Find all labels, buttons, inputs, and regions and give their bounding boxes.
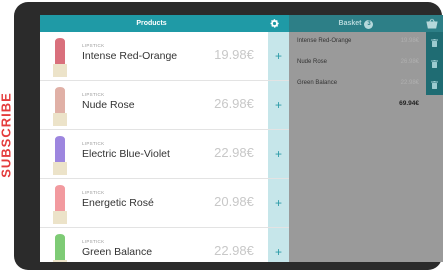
product-price: 22.98€ (214, 145, 254, 160)
products-panel: Products LIPSTICK Intense Red-Orange 19.… (40, 15, 289, 262)
lipstick-icon (53, 185, 67, 224)
basket-item: Green Balance 22.98€ (289, 74, 443, 95)
remove-button[interactable] (426, 74, 443, 95)
remove-button[interactable] (426, 53, 443, 74)
trash-icon (431, 80, 438, 89)
product-price: 22.98€ (214, 243, 254, 258)
product-type: LIPSTICK (82, 92, 105, 97)
product-row: LIPSTICK Green Balance 22.98€ + (40, 228, 289, 262)
tablet-frame: Products LIPSTICK Intense Red-Orange 19.… (14, 2, 443, 270)
basket-item-price: 22.98€ (400, 80, 419, 86)
trash-icon (431, 38, 438, 47)
product-type: LIPSTICK (82, 141, 105, 146)
product-name: Energetic Rosé (82, 197, 154, 209)
product-name: Green Balance (82, 246, 153, 258)
products-title: Products (136, 20, 167, 27)
add-to-basket-button[interactable]: + (268, 32, 289, 80)
trash-icon (431, 59, 438, 68)
add-to-basket-button[interactable]: + (268, 228, 289, 262)
add-to-basket-button[interactable]: + (268, 81, 289, 129)
basket-item-price: 26.98€ (400, 59, 419, 65)
basket-count-badge: 3 (364, 20, 374, 29)
basket-panel: Basket 3 Intense Red-Orange 19.98€ Nude R… (289, 15, 443, 262)
basket-item: Nude Rose 26.98€ (289, 53, 443, 74)
basket-header: Basket 3 (289, 15, 443, 32)
product-type: LIPSTICK (82, 239, 105, 244)
basket-item-name: Green Balance (297, 80, 338, 86)
basket-title: Basket (338, 20, 362, 27)
screen: Products LIPSTICK Intense Red-Orange 19.… (40, 15, 443, 262)
basket-filler (426, 95, 443, 262)
product-name: Electric Blue-Violet (82, 148, 170, 160)
product-row: LIPSTICK Energetic Rosé 20.98€ + (40, 179, 289, 228)
basket-item-price: 19.98€ (400, 38, 419, 44)
lipstick-icon (53, 87, 67, 126)
lipstick-icon (53, 234, 67, 262)
products-header: Products (40, 15, 289, 32)
add-to-basket-button[interactable]: + (268, 130, 289, 178)
product-row: LIPSTICK Intense Red-Orange 19.98€ + (40, 32, 289, 81)
product-price: 20.98€ (214, 194, 254, 209)
basket-icon[interactable] (426, 18, 438, 29)
basket-total: 69.94€ (399, 100, 419, 107)
subscribe-label: SUBSCRIBE (0, 92, 14, 178)
product-price: 19.98€ (214, 47, 254, 62)
product-row: LIPSTICK Nude Rose 26.98€ + (40, 81, 289, 130)
gear-icon[interactable] (269, 18, 280, 29)
lipstick-tip (55, 38, 65, 65)
subscribe-banner[interactable]: SUBSCRIBE (0, 55, 14, 215)
product-price: 26.98€ (214, 96, 254, 111)
remove-button[interactable] (426, 32, 443, 53)
lipstick-icon (53, 38, 67, 77)
basket-item-name: Intense Red-Orange (297, 38, 352, 44)
product-type: LIPSTICK (82, 43, 105, 48)
product-type: LIPSTICK (82, 190, 105, 195)
basket-item-name: Nude Rose (297, 59, 328, 65)
basket-title-wrap: Basket 3 (289, 15, 423, 32)
product-row: LIPSTICK Electric Blue-Violet 22.98€ + (40, 130, 289, 179)
product-name: Intense Red-Orange (82, 50, 178, 62)
basket-item: Intense Red-Orange 19.98€ (289, 32, 443, 53)
lipstick-icon (53, 136, 67, 175)
add-to-basket-button[interactable]: + (268, 179, 289, 227)
product-name: Nude Rose (82, 99, 135, 111)
